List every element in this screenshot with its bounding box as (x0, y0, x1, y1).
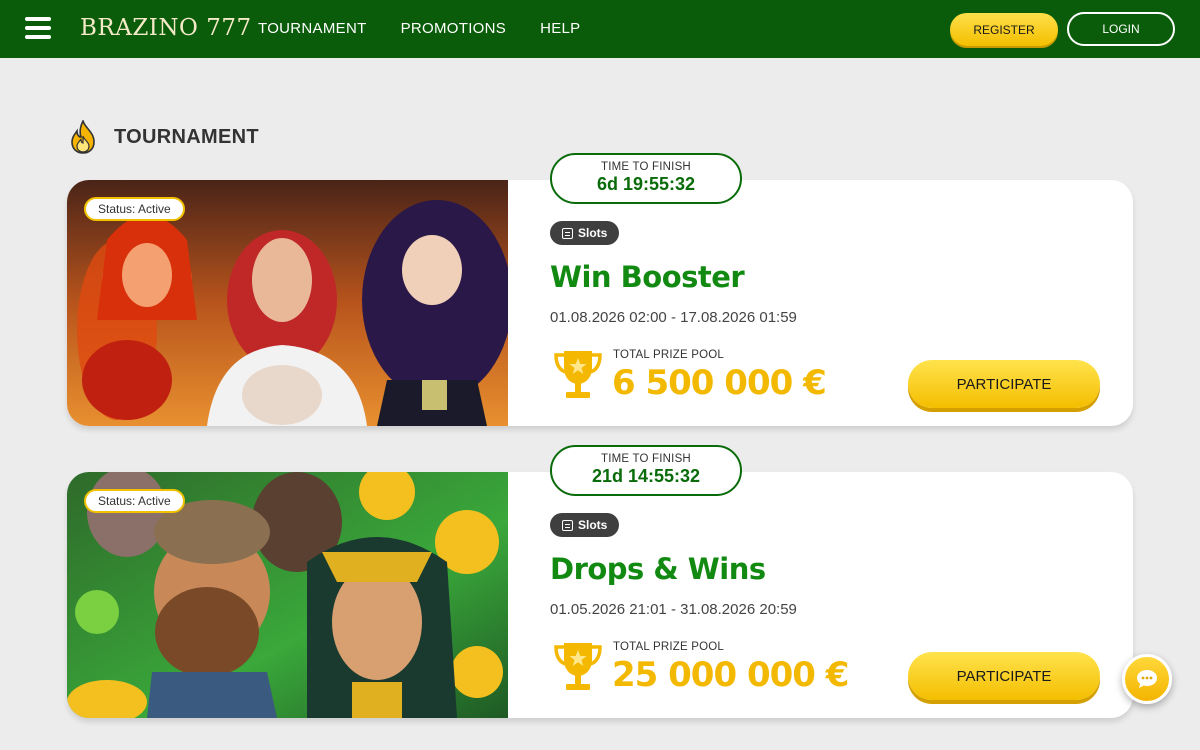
register-button[interactable]: REGISTER (950, 13, 1058, 46)
main-nav: TOURNAMENT PROMOTIONS HELP (258, 20, 580, 37)
tournament-title[interactable]: Win Booster (550, 260, 745, 294)
tournament-dates: 01.05.2026 21:01 - 31.08.2026 20:59 (550, 601, 797, 618)
category-tag: Slots (550, 221, 620, 245)
prize-pool-label: TOTAL PRIZE POOL (613, 349, 724, 361)
slot-machine-icon (562, 519, 573, 531)
nav-promotions[interactable]: PROMOTIONS (401, 20, 507, 37)
tournament-card[interactable]: Status: Active TIME TO FINISH 21d 14:55:… (67, 445, 1133, 718)
status-badge: Status: Active (84, 489, 185, 513)
menu-icon[interactable] (25, 17, 51, 39)
prize-pool-value: 6 500 000 € (612, 363, 827, 403)
participate-button[interactable]: PARTICIPATE (908, 652, 1100, 700)
countdown-timer: TIME TO FINISH 21d 14:55:32 (550, 445, 742, 496)
category-label: Slots (578, 226, 608, 240)
chat-bubble-icon (1137, 670, 1157, 688)
category-tag: Slots (550, 513, 620, 537)
tournament-card[interactable]: Status: Active TIME TO FINISH 6d 19:55:3… (67, 153, 1133, 426)
top-header: BRAZINO 777 TOURNAMENT PROMOTIONS HELP R… (0, 0, 1200, 58)
countdown-timer: TIME TO FINISH 6d 19:55:32 (550, 153, 742, 204)
prize-pool-value: 25 000 000 € (612, 655, 849, 695)
status-badge: Status: Active (84, 197, 185, 221)
site-logo[interactable]: BRAZINO 777 (80, 15, 252, 41)
section-heading: TOURNAMENT (68, 120, 259, 154)
category-label: Slots (578, 518, 608, 532)
tournament-title[interactable]: Drops & Wins (550, 552, 766, 586)
timer-label: TIME TO FINISH (601, 161, 691, 173)
nav-help[interactable]: HELP (540, 20, 580, 37)
section-title: TOURNAMENT (114, 125, 259, 148)
login-button[interactable]: LOGIN (1067, 12, 1175, 46)
trophy-icon (554, 351, 602, 398)
timer-value: 21d 14:55:32 (591, 466, 701, 486)
timer-value: 6d 19:55:32 (596, 174, 696, 194)
nav-tournament[interactable]: TOURNAMENT (258, 20, 367, 37)
prize-pool-label: TOTAL PRIZE POOL (613, 641, 724, 653)
participate-button[interactable]: PARTICIPATE (908, 360, 1100, 408)
tournament-dates: 01.08.2026 02:00 - 17.08.2026 01:59 (550, 309, 797, 326)
chat-button[interactable] (1122, 654, 1172, 704)
slot-machine-icon (562, 227, 573, 239)
flame-icon (71, 120, 95, 154)
trophy-icon (554, 643, 602, 690)
timer-label: TIME TO FINISH (601, 453, 691, 465)
